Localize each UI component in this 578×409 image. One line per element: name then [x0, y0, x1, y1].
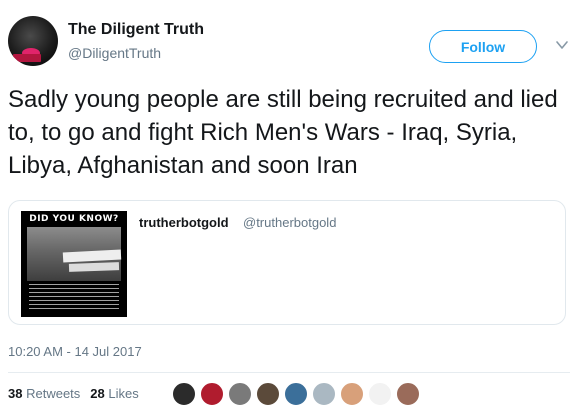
protest-sign: [62, 249, 122, 263]
quoted-image-photo: [27, 227, 122, 281]
quoted-author-name: trutherbotgold: [139, 215, 229, 230]
quoted-image-caption: [29, 284, 119, 312]
liker-avatar[interactable]: [368, 382, 392, 406]
quoted-tweet[interactable]: DID YOU KNOW? trutherbotgold @trutherbot…: [8, 200, 566, 325]
tweet-header: The Diligent Truth @DiligentTruth Follow: [8, 16, 570, 72]
retweets-stat[interactable]: 38 Retweets: [8, 386, 80, 401]
author-avatar[interactable]: [8, 16, 58, 66]
tweet-stats: 38 Retweets 28 Likes: [8, 386, 139, 401]
tweet-timestamp[interactable]: 10:20 AM - 14 Jul 2017: [8, 344, 142, 359]
quoted-tweet-image[interactable]: DID YOU KNOW?: [21, 211, 127, 317]
liker-avatar[interactable]: [200, 382, 224, 406]
author-name[interactable]: The Diligent Truth: [68, 21, 204, 39]
liker-avatar[interactable]: [228, 382, 252, 406]
retweets-label: Retweets: [26, 386, 81, 401]
liker-avatar[interactable]: [312, 382, 336, 406]
quoted-author-handle: @trutherbotgold: [243, 215, 337, 230]
liker-avatar[interactable]: [284, 382, 308, 406]
protest-sign: [68, 262, 120, 272]
likes-stat[interactable]: 28 Likes: [90, 386, 138, 401]
likes-label: Likes: [108, 386, 139, 401]
author-handle[interactable]: @DiligentTruth: [68, 45, 161, 61]
divider: [8, 372, 570, 373]
avatar-tag: [13, 54, 41, 62]
liker-avatar[interactable]: [340, 382, 364, 406]
quoted-image-title: DID YOU KNOW?: [29, 214, 119, 224]
liker-avatar[interactable]: [256, 382, 280, 406]
follow-button[interactable]: Follow: [429, 30, 537, 63]
chevron-down-icon[interactable]: [555, 38, 569, 52]
retweets-count: 38: [8, 386, 23, 401]
liker-avatar[interactable]: [396, 382, 420, 406]
likes-count: 28: [90, 386, 105, 401]
liker-avatar[interactable]: [172, 382, 196, 406]
tweet-text: Sadly young people are still being recru…: [8, 86, 558, 179]
